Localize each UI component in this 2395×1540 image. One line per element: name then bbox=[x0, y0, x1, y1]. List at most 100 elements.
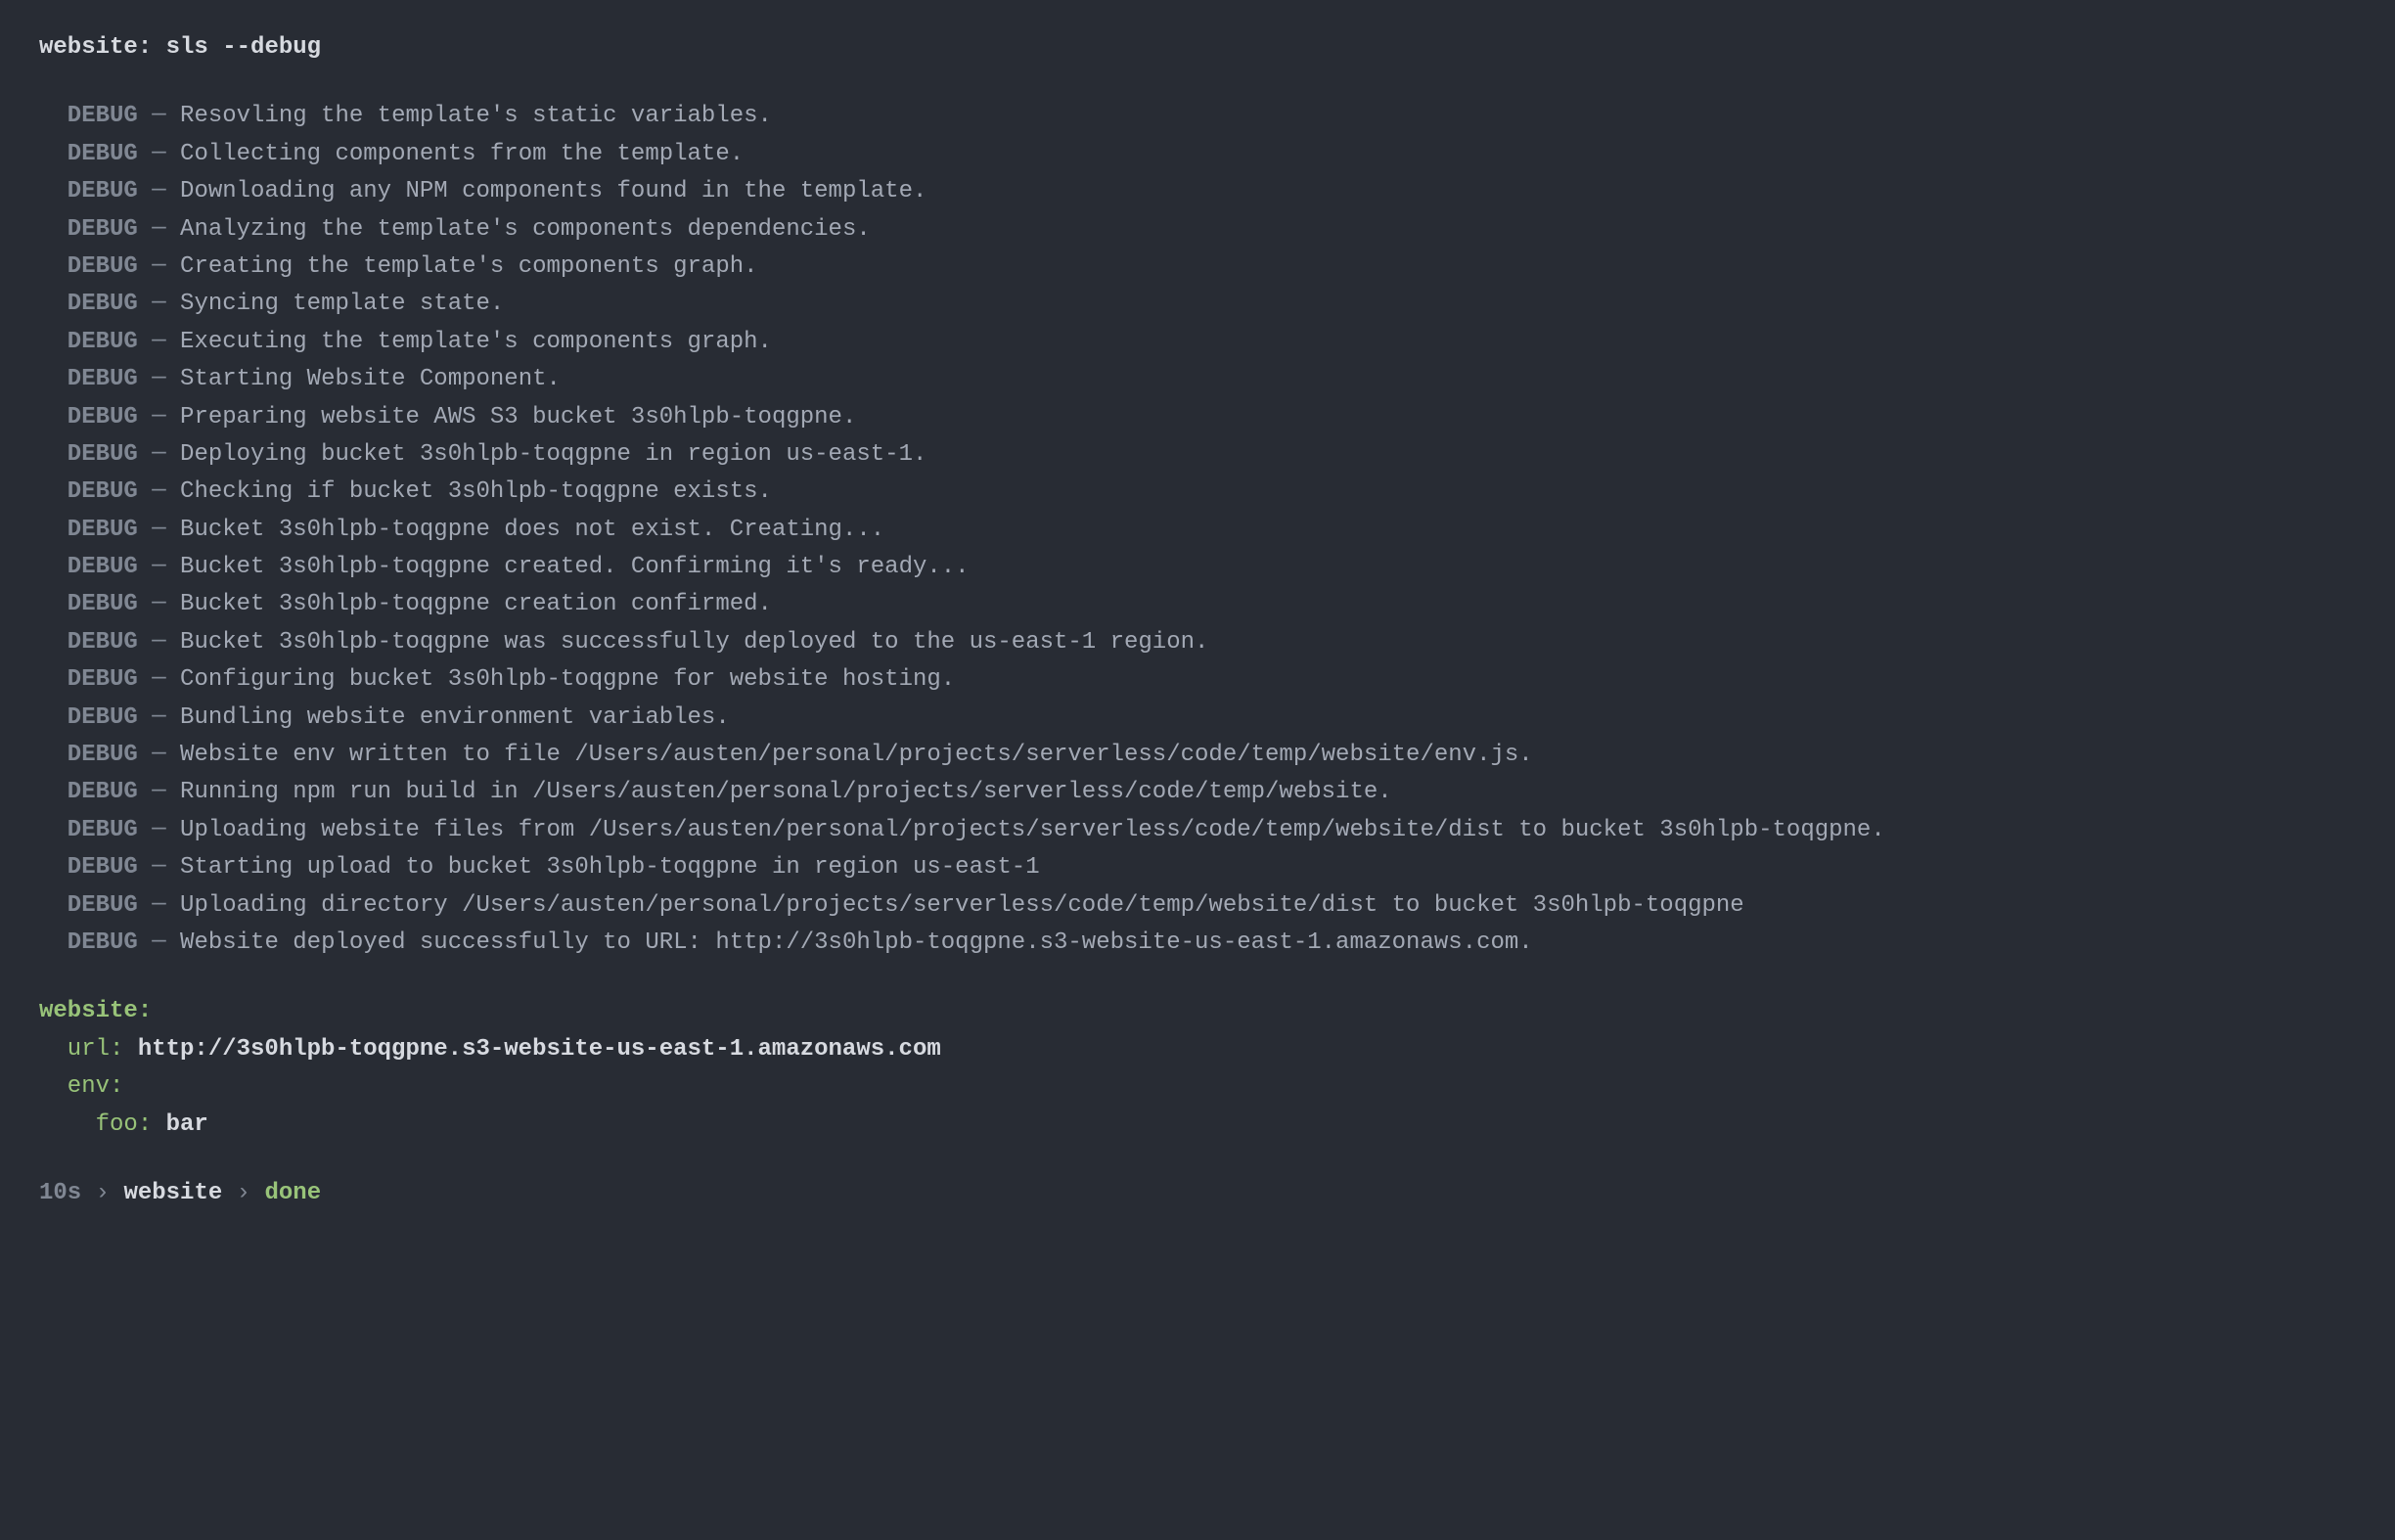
debug-tag: DEBUG bbox=[39, 666, 138, 693]
debug-tag: DEBUG bbox=[39, 929, 138, 956]
dash-separator: ─ bbox=[138, 591, 180, 617]
dash-separator: ─ bbox=[138, 892, 180, 919]
debug-tag: DEBUG bbox=[39, 517, 138, 543]
debug-message: Creating the template's components graph… bbox=[180, 253, 758, 280]
output-foo-row: foo: bar bbox=[39, 1107, 2356, 1144]
debug-message: Website env written to file /Users/auste… bbox=[180, 742, 1533, 768]
debug-line: DEBUG ─ Uploading directory /Users/auste… bbox=[39, 887, 2356, 925]
debug-line: DEBUG ─ Running npm run build in /Users/… bbox=[39, 774, 2356, 811]
separator-icon: › bbox=[237, 1180, 250, 1206]
dash-separator: ─ bbox=[138, 854, 180, 881]
debug-message: Starting upload to bucket 3s0hlpb-toqgpn… bbox=[180, 854, 1040, 881]
debug-message: Running npm run build in /Users/austen/p… bbox=[180, 779, 1392, 805]
debug-message: Bundling website environment variables. bbox=[180, 704, 730, 731]
debug-line: DEBUG ─ Executing the template's compone… bbox=[39, 324, 2356, 361]
dash-separator: ─ bbox=[138, 779, 180, 805]
dash-separator: ─ bbox=[138, 178, 180, 204]
debug-message: Preparing website AWS S3 bucket 3s0hlpb-… bbox=[180, 404, 856, 430]
debug-message: Bucket 3s0hlpb-toqgpne created. Confirmi… bbox=[180, 554, 970, 580]
dash-separator: ─ bbox=[138, 629, 180, 656]
debug-tag: DEBUG bbox=[39, 216, 138, 243]
debug-line: DEBUG ─ Bucket 3s0hlpb-toqgpne does not … bbox=[39, 512, 2356, 549]
status-duration: 10s bbox=[39, 1180, 81, 1206]
debug-tag: DEBUG bbox=[39, 478, 138, 505]
dash-separator: ─ bbox=[138, 478, 180, 505]
debug-message: Checking if bucket 3s0hlpb-toqgpne exist… bbox=[180, 478, 772, 505]
debug-message: Downloading any NPM components found in … bbox=[180, 178, 926, 204]
debug-tag: DEBUG bbox=[39, 329, 138, 355]
dash-separator: ─ bbox=[138, 253, 180, 280]
debug-tag: DEBUG bbox=[39, 779, 138, 805]
dash-separator: ─ bbox=[138, 929, 180, 956]
debug-tag: DEBUG bbox=[39, 291, 138, 317]
output-block: website: url: http://3s0hlpb-toqgpne.s3-… bbox=[39, 993, 2356, 1144]
debug-tag: DEBUG bbox=[39, 591, 138, 617]
debug-message: Resovling the template's static variable… bbox=[180, 103, 772, 129]
website-label: website: bbox=[39, 998, 152, 1024]
debug-message: Bucket 3s0hlpb-toqgpne was successfully … bbox=[180, 629, 1208, 656]
output-url-row: url: http://3s0hlpb-toqgpne.s3-website-u… bbox=[39, 1031, 2356, 1068]
debug-line: DEBUG ─ Uploading website files from /Us… bbox=[39, 812, 2356, 849]
dash-separator: ─ bbox=[138, 404, 180, 430]
env-label: env: bbox=[68, 1073, 124, 1100]
debug-line: DEBUG ─ Preparing website AWS S3 bucket … bbox=[39, 399, 2356, 436]
debug-log: DEBUG ─ Resovling the template's static … bbox=[39, 98, 2356, 962]
debug-message: Executing the template's components grap… bbox=[180, 329, 772, 355]
debug-line: DEBUG ─ Creating the template's componen… bbox=[39, 249, 2356, 286]
debug-tag: DEBUG bbox=[39, 629, 138, 656]
debug-message: Bucket 3s0hlpb-toqgpne does not exist. C… bbox=[180, 517, 884, 543]
debug-tag: DEBUG bbox=[39, 103, 138, 129]
debug-line: DEBUG ─ Bucket 3s0hlpb-toqgpne creation … bbox=[39, 586, 2356, 623]
foo-label: foo: bbox=[96, 1111, 153, 1138]
debug-tag: DEBUG bbox=[39, 178, 138, 204]
dash-separator: ─ bbox=[138, 742, 180, 768]
debug-line: DEBUG ─ Deploying bucket 3s0hlpb-toqgpne… bbox=[39, 436, 2356, 474]
dash-separator: ─ bbox=[138, 366, 180, 392]
debug-tag: DEBUG bbox=[39, 892, 138, 919]
dash-separator: ─ bbox=[138, 441, 180, 468]
debug-line: DEBUG ─ Collecting components from the t… bbox=[39, 136, 2356, 173]
url-value: http://3s0hlpb-toqgpne.s3-website-us-eas… bbox=[138, 1036, 941, 1063]
debug-tag: DEBUG bbox=[39, 141, 138, 167]
debug-line: DEBUG ─ Bucket 3s0hlpb-toqgpne created. … bbox=[39, 549, 2356, 586]
dash-separator: ─ bbox=[138, 216, 180, 243]
dash-separator: ─ bbox=[138, 517, 180, 543]
debug-line: DEBUG ─ Configuring bucket 3s0hlpb-toqgp… bbox=[39, 661, 2356, 699]
debug-tag: DEBUG bbox=[39, 854, 138, 881]
status-line: 10s › website › done bbox=[39, 1175, 2356, 1212]
command-line: website: sls --debug bbox=[39, 29, 2356, 67]
output-env-row: env: bbox=[39, 1068, 2356, 1106]
debug-line: DEBUG ─ Checking if bucket 3s0hlpb-toqgp… bbox=[39, 474, 2356, 511]
dash-separator: ─ bbox=[138, 704, 180, 731]
dash-separator: ─ bbox=[138, 554, 180, 580]
debug-message: Bucket 3s0hlpb-toqgpne creation confirme… bbox=[180, 591, 772, 617]
dash-separator: ─ bbox=[138, 817, 180, 843]
debug-line: DEBUG ─ Starting Website Component. bbox=[39, 361, 2356, 398]
debug-message: Uploading directory /Users/austen/person… bbox=[180, 892, 1744, 919]
debug-tag: DEBUG bbox=[39, 253, 138, 280]
debug-message: Collecting components from the template. bbox=[180, 141, 744, 167]
debug-message: Website deployed successfully to URL: ht… bbox=[180, 929, 1533, 956]
debug-message: Uploading website files from /Users/aust… bbox=[180, 817, 1885, 843]
debug-line: DEBUG ─ Starting upload to bucket 3s0hlp… bbox=[39, 849, 2356, 886]
debug-line: DEBUG ─ Website deployed successfully to… bbox=[39, 925, 2356, 962]
debug-tag: DEBUG bbox=[39, 704, 138, 731]
debug-tag: DEBUG bbox=[39, 742, 138, 768]
url-label: url: bbox=[68, 1036, 124, 1063]
dash-separator: ─ bbox=[138, 141, 180, 167]
debug-message: Deploying bucket 3s0hlpb-toqgpne in regi… bbox=[180, 441, 926, 468]
separator-icon: › bbox=[96, 1180, 110, 1206]
debug-tag: DEBUG bbox=[39, 441, 138, 468]
debug-line: DEBUG ─ Resovling the template's static … bbox=[39, 98, 2356, 135]
debug-line: DEBUG ─ Bundling website environment var… bbox=[39, 700, 2356, 737]
dash-separator: ─ bbox=[138, 291, 180, 317]
debug-message: Syncing template state. bbox=[180, 291, 504, 317]
foo-value: bar bbox=[166, 1111, 208, 1138]
debug-line: DEBUG ─ Website env written to file /Use… bbox=[39, 737, 2356, 774]
debug-message: Analyzing the template's components depe… bbox=[180, 216, 871, 243]
debug-tag: DEBUG bbox=[39, 817, 138, 843]
debug-message: Configuring bucket 3s0hlpb-toqgpne for w… bbox=[180, 666, 955, 693]
debug-tag: DEBUG bbox=[39, 404, 138, 430]
debug-tag: DEBUG bbox=[39, 554, 138, 580]
dash-separator: ─ bbox=[138, 329, 180, 355]
